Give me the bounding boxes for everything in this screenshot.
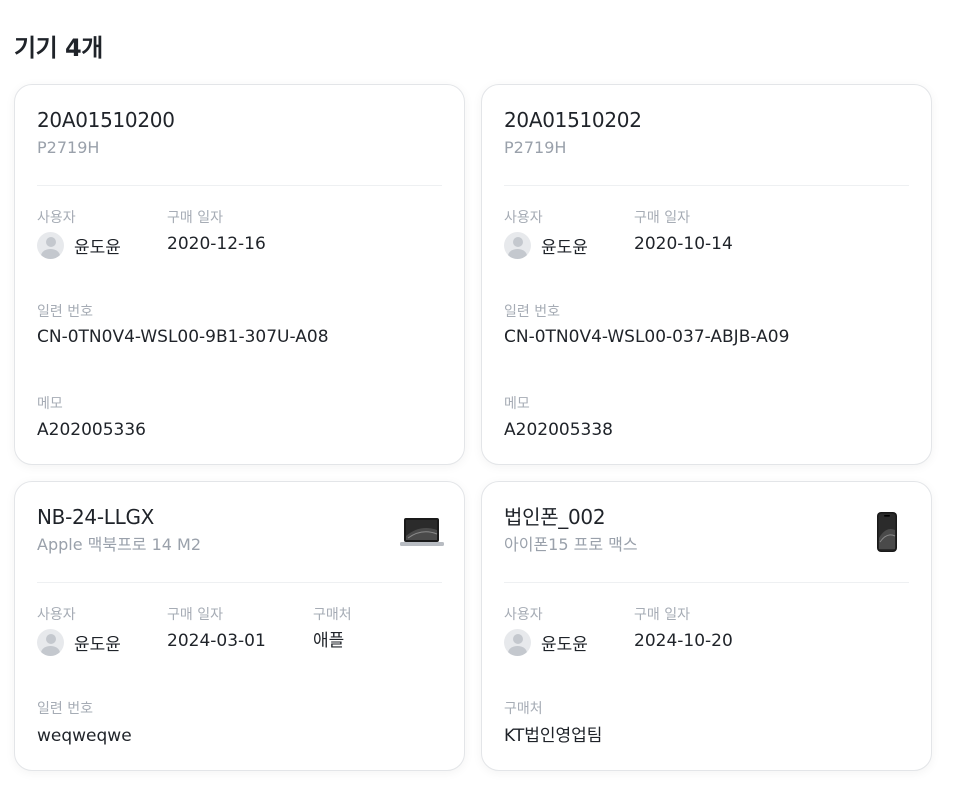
serial-value: CN-0TN0V4-WSL00-9B1-307U-A08 [37, 327, 329, 347]
serial-label: 일련 번호 [504, 304, 560, 320]
purchase-date-label: 구매 일자 [167, 210, 223, 226]
divider [504, 185, 909, 186]
avatar [504, 629, 531, 656]
device-model: 아이폰15 프로 맥스 [504, 535, 638, 554]
laptop-image [400, 518, 444, 546]
memo-value: A202005338 [504, 420, 613, 440]
user-label: 사용자 [504, 607, 543, 623]
user-name: 윤도윤 [541, 635, 588, 655]
device-name: 20A01510202 [504, 108, 642, 132]
purchase-date-label: 구매 일자 [634, 607, 690, 623]
purchase-date-value: 2020-12-16 [167, 234, 266, 254]
purchase-date-label: 구매 일자 [634, 210, 690, 226]
divider [37, 185, 442, 186]
user-info[interactable]: 윤도윤 [37, 629, 121, 656]
serial-value: CN-0TN0V4-WSL00-037-ABJB-A09 [504, 327, 790, 347]
serial-label: 일련 번호 [37, 701, 93, 717]
divider [37, 582, 442, 583]
phone-image [877, 512, 897, 552]
purchase-date-value: 2020-10-14 [634, 234, 733, 254]
user-label: 사용자 [37, 210, 76, 226]
vendor-label: 구매처 [313, 607, 352, 623]
device-card[interactable]: 법인폰_002 아이폰15 프로 맥스 사용자 구매 일자 윤도윤 2024-1… [481, 481, 932, 771]
user-name: 윤도윤 [541, 238, 588, 258]
page-title: 기기 4개 [14, 34, 103, 62]
user-label: 사용자 [504, 210, 543, 226]
user-info[interactable]: 윤도윤 [504, 629, 588, 656]
avatar [37, 232, 64, 259]
divider [504, 582, 909, 583]
vendor-value: KT법인영업팀 [504, 726, 603, 746]
memo-label: 메모 [504, 396, 530, 412]
device-card[interactable]: NB-24-LLGX Apple 맥북프로 14 M2 사용자 구매 일자 구매… [14, 481, 465, 771]
memo-value: A202005336 [37, 420, 146, 440]
vendor-label: 구매처 [504, 701, 543, 717]
purchase-date-value: 2024-10-20 [634, 631, 733, 651]
device-name: 법인폰_002 [504, 505, 606, 529]
device-card[interactable]: 20A01510200 P2719H 사용자 구매 일자 윤도윤 2020-12… [14, 84, 465, 465]
user-label: 사용자 [37, 607, 76, 623]
device-model: Apple 맥북프로 14 M2 [37, 535, 202, 554]
device-model: P2719H [504, 138, 567, 157]
avatar [37, 629, 64, 656]
vendor-value: 애플 [313, 631, 345, 651]
serial-value: weqweqwe [37, 726, 132, 746]
user-info[interactable]: 윤도윤 [504, 232, 588, 259]
device-name: 20A01510200 [37, 108, 175, 132]
device-card[interactable]: 20A01510202 P2719H 사용자 구매 일자 윤도윤 2020-10… [481, 84, 932, 465]
user-name: 윤도윤 [74, 238, 121, 258]
purchase-date-value: 2024-03-01 [167, 631, 266, 651]
memo-label: 메모 [37, 396, 63, 412]
user-info[interactable]: 윤도윤 [37, 232, 121, 259]
user-name: 윤도윤 [74, 635, 121, 655]
purchase-date-label: 구매 일자 [167, 607, 223, 623]
device-name: NB-24-LLGX [37, 505, 155, 529]
serial-label: 일련 번호 [37, 304, 93, 320]
device-model: P2719H [37, 138, 100, 157]
avatar [504, 232, 531, 259]
